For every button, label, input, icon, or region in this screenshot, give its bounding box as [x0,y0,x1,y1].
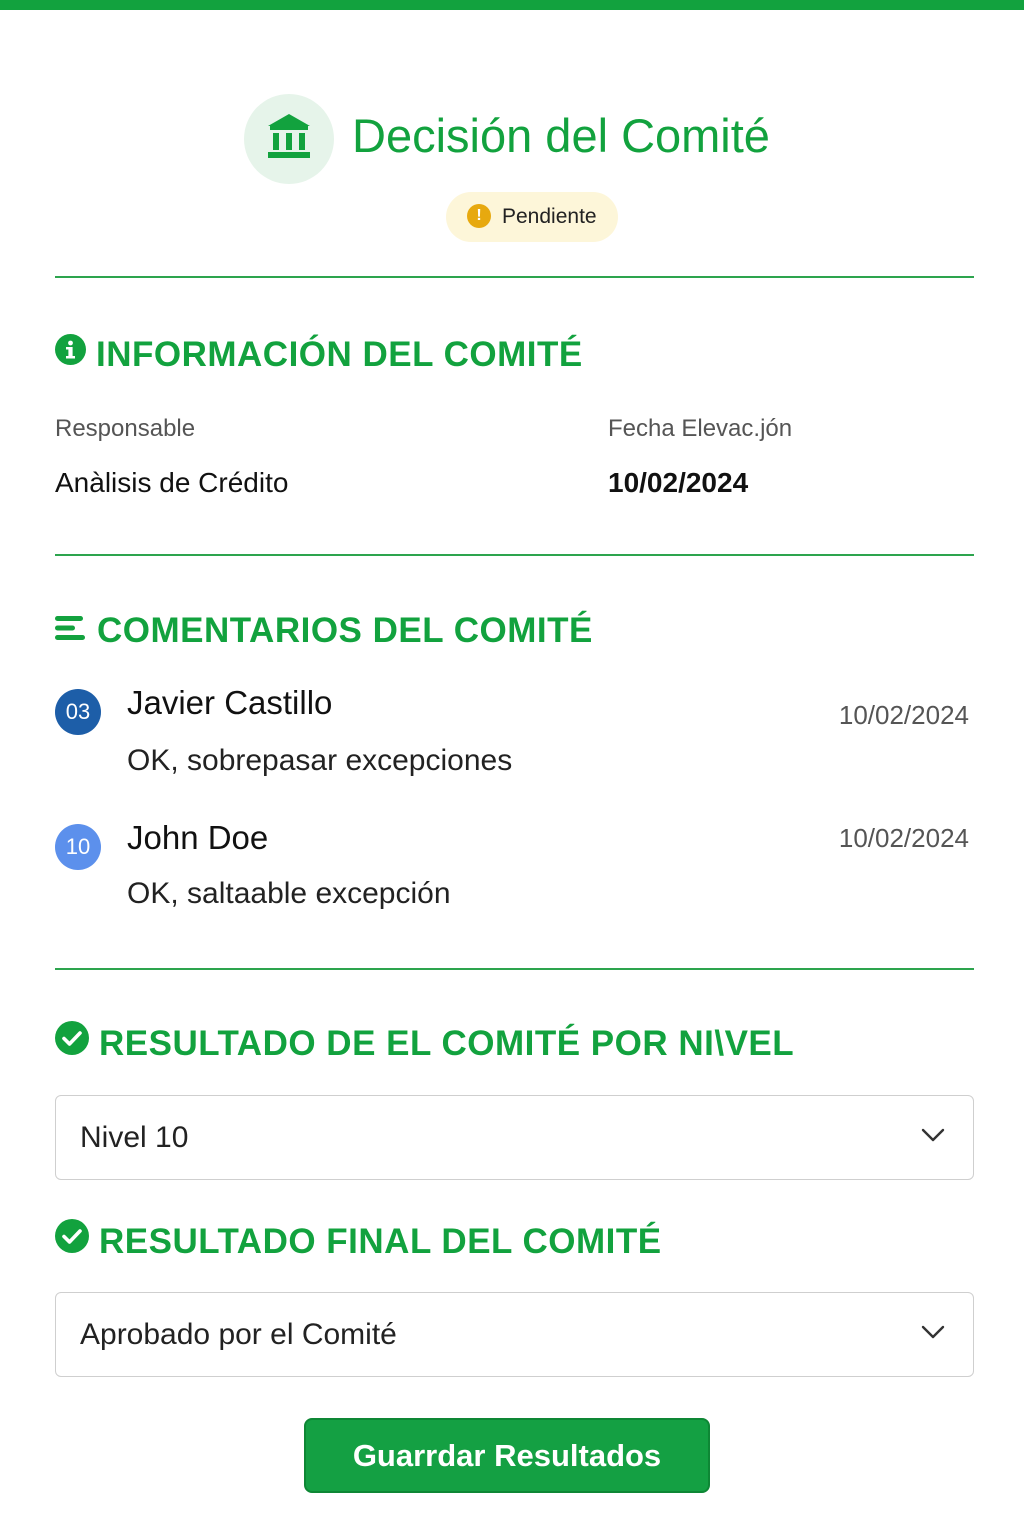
responsable-label: Responsable [55,415,196,442]
section-title-final: RESULTADO FINAL DEL COMITÉ [55,1218,662,1266]
top-accent-bar [0,0,1024,10]
page-title: Decisión del Comité [352,109,770,162]
section-title-text: RESULTADO DE EL COMITÉ POR NI\VEL [99,1024,795,1063]
section-title-level: RESULTADO DE EL COMITÉ POR NI\VEL [55,1020,795,1068]
avatar: 03 [55,689,101,735]
section-title-text: INFORMACIÓN DEL COMITÉ [96,335,583,374]
check-circle-icon [55,1218,89,1263]
comment-date: 10/02/2024 [838,700,969,730]
final-result-select[interactable]: Aprobado por el Comité [55,1292,974,1377]
divider [55,276,974,278]
chevron-down-icon [921,1128,945,1142]
section-title-text: RESULTADO FINAL DEL COMITÉ [99,1222,662,1261]
status-label: Pendiente [502,205,597,228]
alert-circle-icon: ! [467,204,491,228]
section-title-info: INFORMACIÓN DEL COMITÉ [55,333,583,378]
comment-author: Javier Castillo [127,684,333,721]
level-select[interactable]: Nivel 10 [55,1095,974,1180]
comment-author: John Doe [127,819,269,856]
section-title-text: COMENTARIOS DEL COMITÉ [97,611,593,650]
fecha-label: Fecha Elevac.jón [608,415,793,442]
divider [55,554,974,556]
avatar: 10 [55,824,101,870]
save-results-button[interactable]: Guarrdar Resultados [304,1418,710,1493]
fecha-value: 10/02/2024 [608,467,749,498]
section-title-comments: COMENTARIOS DEL COMITÉ [55,610,593,654]
check-circle-icon [55,1020,89,1065]
chevron-down-icon [921,1325,945,1339]
level-select-value: Nivel 10 [80,1121,189,1154]
comment-text: OK, sobrepasar excepciones [127,744,513,777]
divider [55,968,974,970]
bank-icon [244,94,334,184]
comment-date: 10/02/2024 [838,823,969,853]
comment-item: 03 Javier Castillo 10/02/2024 OK, sobrep… [55,684,974,809]
list-icon [55,609,87,651]
comment-text: OK, saltaable excepción [127,877,451,910]
final-result-select-value: Aprobado por el Comité [80,1318,397,1351]
comment-item: 10 John Doe 10/02/2024 OK, saltaable exc… [55,819,974,944]
page-header: Decisión del Comité [0,92,1024,186]
info-icon [55,333,86,375]
responsable-value: Anàlisis de Crédito [55,467,289,498]
status-badge: ! Pendiente [446,192,618,242]
